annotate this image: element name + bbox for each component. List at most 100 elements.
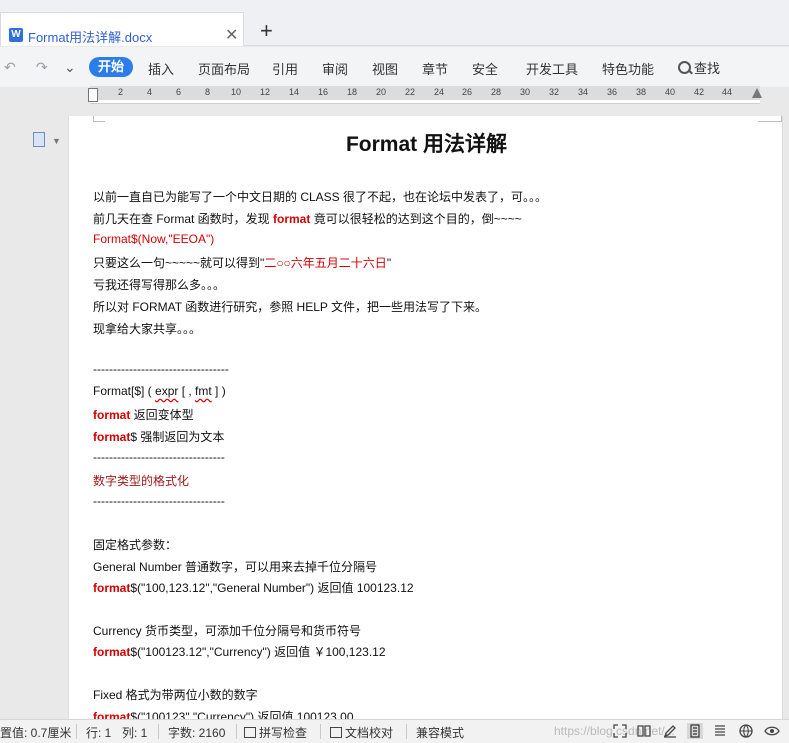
search-button[interactable]: 查找 xyxy=(678,58,720,78)
paragraph: Currency 货币类型，可添加千位分隔号和货币符号 xyxy=(93,624,362,638)
write-mode-icon[interactable] xyxy=(662,723,678,739)
tab-review[interactable]: 审阅 xyxy=(322,59,348,78)
document-title: Format 用法详解 xyxy=(345,133,507,156)
status-bar: 设置值: 0.7厘米 行: 1 列: 1 字数: 2160 拼写检查 文档校对 … xyxy=(0,719,789,743)
page-margin-mark xyxy=(758,116,782,122)
keyword-format: format xyxy=(273,212,311,226)
ruler-tick: 12 xyxy=(260,87,271,97)
text-run: 只要这么一句~~~~~就可以得到" xyxy=(93,256,265,270)
ruler-tick: 32 xyxy=(549,87,560,97)
tab-references[interactable]: 引用 xyxy=(272,59,298,78)
keyword-format: format xyxy=(93,581,131,595)
ruler-tick: 22 xyxy=(405,87,416,97)
ruler-tick: 36 xyxy=(607,87,618,97)
paragraph: format 返回变体型 xyxy=(93,406,194,423)
tab-home[interactable]: 开始 xyxy=(89,57,133,77)
proofread-icon xyxy=(330,727,342,738)
ruler-tick: 42 xyxy=(694,87,705,97)
paragraph: 固定格式参数： xyxy=(93,538,178,552)
quick-access-more-icon[interactable]: ⌄ xyxy=(64,59,76,76)
tab-developer[interactable]: 开发工具 xyxy=(526,59,578,78)
tab-chapter[interactable]: 章节 xyxy=(422,59,448,78)
right-indent-handle[interactable] xyxy=(752,88,762,98)
ruler-tick: 18 xyxy=(347,87,358,97)
status-col: 列: 1 xyxy=(122,726,148,740)
proofread-label: 文档校对 xyxy=(345,726,394,740)
ruler-tick: 10 xyxy=(231,87,242,97)
document-tab[interactable]: W Format用法详解.docx ✕ xyxy=(0,12,244,46)
paragraph: 只要这么一句~~~~~就可以得到"二○○六年五月二十六日" xyxy=(93,254,391,271)
word-count[interactable]: 字数: 2160 xyxy=(168,724,225,741)
text-run: $("100,123.12","General Number") 返回值 100… xyxy=(130,581,414,595)
tab-page-layout[interactable]: 页面布局 xyxy=(198,59,250,78)
keyword-format: format xyxy=(93,645,131,659)
document-proofread-button[interactable]: 文档校对 xyxy=(330,724,393,741)
spell-check-icon xyxy=(244,727,256,738)
ruler-tick: 40 xyxy=(665,87,676,97)
divider-line: --------------------------------- xyxy=(93,494,225,508)
tab-security[interactable]: 安全 xyxy=(472,59,498,78)
spell-check-button[interactable]: 拼写检查 xyxy=(244,724,307,741)
word-doc-icon: W xyxy=(9,28,23,42)
page-view-icon[interactable] xyxy=(687,723,703,739)
ruler-tick: 38 xyxy=(636,87,647,97)
fullscreen-icon[interactable] xyxy=(612,723,628,739)
status-position: 设置值: 0.7厘米 xyxy=(0,726,72,740)
left-indent-handle[interactable] xyxy=(88,88,98,102)
paragraph: General Number 普通数字，可以用来去掉千位分隔号 xyxy=(93,560,378,574)
ruler-tick: 16 xyxy=(318,87,329,97)
code-example: Format$(Now,"EEOA") xyxy=(93,232,215,246)
text-run: 返回变体型 xyxy=(130,408,194,422)
ruler-tick: 26 xyxy=(462,87,473,97)
ruler-tick: 4 xyxy=(147,87,153,97)
text-run: 竟可以很轻松的达到这个目的，倒~~~~ xyxy=(310,212,522,226)
tab-view[interactable]: 视图 xyxy=(372,59,398,78)
compat-mode: 兼容模式 xyxy=(416,726,465,740)
ruler-tick: 44 xyxy=(722,87,733,97)
syntax-line: Format[$] ( expr [ , fmt ] ) xyxy=(93,384,226,398)
chevron-down-icon[interactable]: ▼ xyxy=(52,136,61,146)
text-run: $ 强制返回为文本 xyxy=(130,430,225,444)
new-tab-button[interactable]: + xyxy=(260,20,273,42)
ruler-track xyxy=(90,86,760,100)
paragraph: 现拿给大家共享。。。 xyxy=(93,322,202,336)
page-margin-mark xyxy=(93,116,105,122)
document-page[interactable]: Format 用法详解 以前一直自已为能写了一个中文日期的 CLASS 很了不起… xyxy=(68,116,783,721)
horizontal-ruler[interactable]: 2 4 6 8 10 12 14 16 18 20 22 24 26 28 30… xyxy=(90,86,760,104)
date-result: 二○○六年五月二十六日 xyxy=(264,256,387,270)
undo-icon[interactable]: ↶ xyxy=(4,59,16,76)
status-divider xyxy=(236,724,237,739)
read-mode-icon[interactable] xyxy=(636,723,652,739)
divider-line: ---------------------------------- xyxy=(93,362,229,376)
paragraph: 以前一直自已为能写了一个中文日期的 CLASS 很了不起，也在论坛中发表了，可。… xyxy=(93,190,548,204)
paragraph: 亏我还得写得那么多。。。 xyxy=(93,278,226,292)
tab-special-features[interactable]: 特色功能 xyxy=(602,59,654,78)
eye-protection-icon[interactable] xyxy=(764,723,780,739)
status-divider xyxy=(76,724,77,739)
code-example: format$("100,123.12","General Number") 返… xyxy=(93,579,414,596)
code-example: format$("100123.12","Currency") 返回值 ￥100… xyxy=(93,643,386,660)
status-row: 行: 1 xyxy=(86,726,112,740)
text-run: 前几天在查 Format 函数时，发现 xyxy=(93,212,274,226)
text-run: ] ) xyxy=(211,384,226,398)
paragraph: 前几天在查 Format 函数时，发现 format 竟可以很轻松的达到这个目的… xyxy=(93,210,522,227)
ruler-tick: 8 xyxy=(205,87,211,97)
menu-bar: ↶ ↷ ⌄ 开始 插入 页面布局 引用 审阅 视图 章节 安全 开发工具 特色功… xyxy=(0,47,789,87)
outline-view-icon[interactable] xyxy=(712,723,728,739)
close-icon[interactable]: ✕ xyxy=(225,25,238,45)
text-run: $("100123.12","Currency") 返回值 ￥100,123.1… xyxy=(130,645,386,659)
status-divider xyxy=(158,724,159,739)
web-view-icon[interactable] xyxy=(738,723,754,739)
syntax-expr: expr xyxy=(155,384,179,398)
ruler-tick: 24 xyxy=(434,87,445,97)
search-label: 查找 xyxy=(694,61,721,76)
ruler-tick: 28 xyxy=(491,87,502,97)
document-outline-icon[interactable] xyxy=(33,132,45,147)
ruler-tick: 30 xyxy=(520,87,531,97)
tab-insert[interactable]: 插入 xyxy=(148,59,174,78)
text-run: " xyxy=(386,256,392,270)
syntax-fmt: fmt xyxy=(195,384,212,398)
redo-icon[interactable]: ↷ xyxy=(36,59,48,76)
paragraph: Fixed 格式为带两位小数的数字 xyxy=(93,688,258,702)
tab-title: Format用法详解.docx xyxy=(28,30,153,45)
